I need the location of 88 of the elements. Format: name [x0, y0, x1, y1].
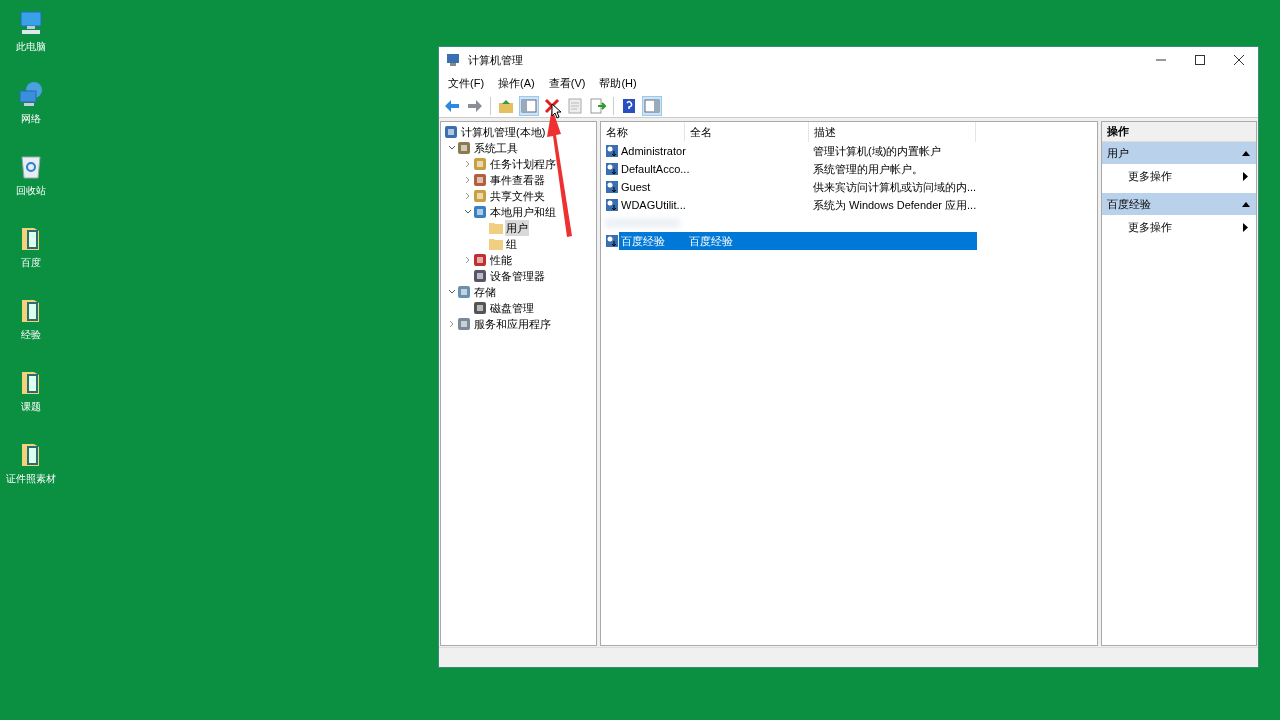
tree-item[interactable]: 计算机管理(本地) [460, 123, 547, 141]
submenu-arrow-icon [1243, 171, 1248, 181]
computer-management-icon [446, 53, 460, 67]
desktop-icon-label[interactable]: 课题 [21, 399, 41, 414]
desktop-icon-label[interactable]: 百度 [21, 255, 41, 270]
table-cell-text: 系统为 Windows Defender 应用... [813, 197, 977, 213]
desktop-icon-label[interactable]: 经验 [21, 327, 41, 342]
properties-icon [567, 97, 583, 114]
tree-item[interactable]: 存储 [473, 283, 497, 301]
share-icon [473, 189, 487, 203]
folder-icon [21, 225, 41, 251]
table-row[interactable]: Guest 供来宾访问计算机或访问域的内... [619, 178, 977, 196]
tree-item[interactable]: 设备管理器 [489, 267, 546, 285]
table-cell-text: Administrator [620, 143, 687, 159]
export-list-icon [590, 97, 606, 114]
tree-item[interactable]: 磁盘管理 [489, 299, 535, 317]
tree-item[interactable]: 任务计划程序 [489, 155, 557, 173]
help-icon [621, 97, 637, 114]
recycle-bin-icon [20, 153, 42, 179]
tree-item[interactable]: 性能 [489, 251, 513, 269]
action-pane-icon [644, 97, 660, 114]
table-cell-text: 百度经验 [689, 233, 734, 249]
collapse-icon [1242, 201, 1250, 207]
tree-item[interactable]: 服务和应用程序 [473, 315, 552, 333]
forward-arrow-icon [467, 97, 483, 114]
tools-icon [457, 141, 471, 155]
column-header[interactable]: 全名 [685, 122, 809, 142]
tree-item[interactable]: 系统工具 [473, 139, 519, 157]
table-cell-text: 供来宾访问计算机或访问域的内... [813, 179, 977, 195]
user-icon [605, 162, 619, 176]
tree-item[interactable]: 事件查看器 [489, 171, 546, 189]
services-icon [457, 317, 471, 331]
desktop-icon-label[interactable]: 回收站 [16, 183, 46, 198]
action-item[interactable]: 更多操作 [1102, 164, 1256, 188]
computer-icon [18, 11, 44, 35]
desktop-icon-label[interactable]: 证件照素材 [6, 471, 56, 486]
table-cell-text: DefaultAcco... [620, 161, 689, 177]
user-icon [605, 144, 619, 158]
menu-item[interactable]: 操作(A) [491, 75, 542, 92]
folder-icon [21, 441, 41, 467]
submenu-arrow-icon [1243, 222, 1248, 232]
action-item[interactable]: 更多操作 [1102, 215, 1256, 239]
desktop-icon-label[interactable]: 网络 [21, 111, 41, 126]
tree-item[interactable]: 共享文件夹 [489, 187, 546, 205]
tree-item[interactable]: 组 [505, 235, 518, 253]
table-cell-text: 管理计算机(域)的内置帐户 [813, 143, 942, 159]
column-header[interactable]: 名称 [601, 122, 685, 142]
console-tree-icon [521, 97, 537, 114]
maximize-icon [1194, 55, 1205, 65]
collapse-icon [1242, 150, 1250, 156]
tree-item[interactable]: 本地用户和组 [489, 203, 557, 221]
menu-item[interactable]: 帮助(H) [592, 75, 644, 92]
table-cell-text: 百度经验 [620, 233, 666, 249]
tree-item[interactable]: 用户 [505, 219, 529, 237]
table-cell-text: WDAGUtilit... [620, 197, 687, 213]
folder-icon [21, 297, 41, 323]
table-row[interactable]: Administrator 管理计算机(域)的内置帐户 [619, 142, 977, 160]
perf-icon [473, 253, 487, 267]
close-icon [1233, 55, 1244, 65]
clock-icon [473, 157, 487, 171]
folder-icon [489, 238, 503, 250]
menu-item[interactable]: 文件(F) [441, 75, 492, 92]
table-row[interactable]: 百度经验 百度经验 [619, 232, 977, 250]
folder-up-icon [498, 97, 514, 114]
device-icon [473, 269, 487, 283]
table-cell-text: Guest [620, 179, 652, 195]
table-cell-text: 系统管理的用户帐户。 [813, 161, 923, 177]
event-icon [473, 173, 487, 187]
delete-icon [544, 97, 560, 114]
actions-section-header[interactable]: 用户 [1102, 142, 1256, 164]
window-title: 计算机管理 [468, 52, 523, 68]
user-icon [605, 234, 619, 248]
column-header[interactable]: 描述 [809, 122, 976, 142]
user-icon [605, 198, 619, 212]
table-row[interactable]: WDAGUtilit... 系统为 Windows Defender 应用... [619, 196, 977, 214]
toolbar-button[interactable] [588, 95, 608, 116]
folder-icon [21, 369, 41, 395]
computer-icon [444, 125, 458, 139]
desktop-icon-label[interactable]: 此电脑 [16, 39, 46, 54]
menu-item[interactable]: 查看(V) [541, 75, 593, 92]
table-row[interactable]: DefaultAcco... 系统管理的用户帐户。 [619, 160, 977, 178]
users-icon [473, 205, 487, 219]
actions-section-header[interactable]: 百度经验 [1102, 193, 1256, 215]
actions-title: 操作 [1107, 124, 1129, 140]
folder-icon [489, 222, 503, 234]
storage-icon [457, 285, 471, 299]
user-icon [605, 180, 619, 194]
network-icon [18, 81, 44, 107]
